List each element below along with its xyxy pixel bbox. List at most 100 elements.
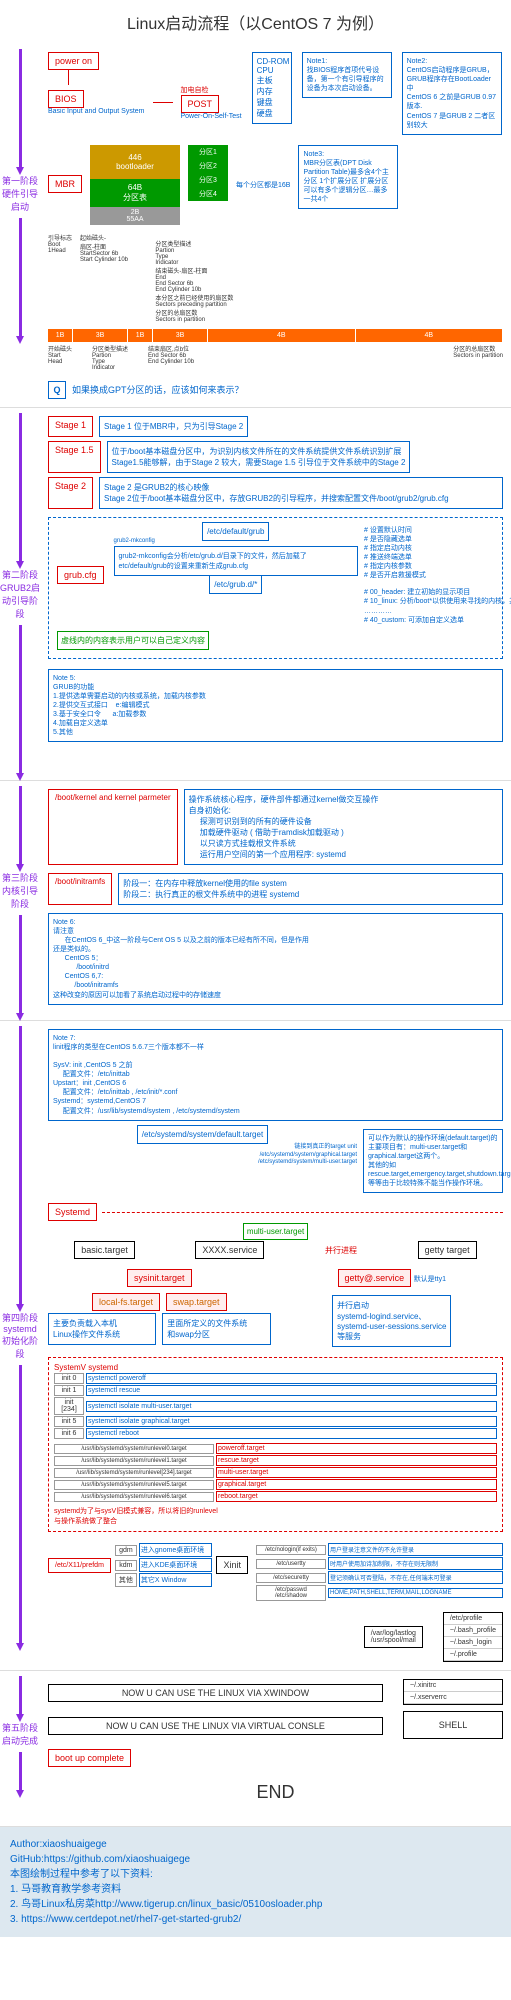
note7: Note 7: linit程序的类型在CentOS 5.6.7三个版本都不一样 … xyxy=(48,1029,503,1121)
grub-cfg: grub.cfg xyxy=(57,566,104,584)
stage1-label: 第一阶段 硬件引导启动 xyxy=(0,174,40,213)
stage-2: 第二阶段 GRUB2启动引导阶段 Stage 1 Stage 1 位于MBR中，… xyxy=(0,408,511,781)
sysv-header: SystemV systemd xyxy=(54,1363,497,1372)
getty-target: getty target xyxy=(418,1241,477,1259)
ref1: 1. 马哥教育教学参考资料 xyxy=(10,1882,501,1897)
svc-row: init 6systemctl reboot xyxy=(54,1428,497,1439)
parallel-services: 并行启动 systemd-logind.service、 systemd-use… xyxy=(332,1295,451,1347)
basic-target: basic.target xyxy=(74,1241,135,1259)
note3: Note3: MBR分区表(DPT Disk Partition Table)最… xyxy=(298,145,398,210)
tbl-h2: 分区类型描述 Partion Type Indicator xyxy=(155,239,215,266)
profile-item: /etc/profile xyxy=(444,1613,502,1625)
xxxx-service: XXXX.service xyxy=(195,1241,264,1259)
swap-target: swap.target xyxy=(166,1293,227,1311)
tbl-h5: 分区的总扇区数 Sectors in partition xyxy=(155,308,225,323)
level-row: /usr/lib/systemd/system/runlevel0.target… xyxy=(54,1443,497,1454)
part4: 分区4 xyxy=(188,187,228,201)
sysinit-target: sysinit.target xyxy=(127,1269,192,1287)
bl3: 分区的总扇区数 Sectors in partition xyxy=(453,344,503,371)
stage-15-txt: 位于/boot基本磁盘分区中，为识别内核文件所在的文件系统提供文件系统识别扩展 … xyxy=(107,441,411,473)
parallel-label: 并行进程 xyxy=(325,1245,357,1256)
stage3-label: 第三阶段 内核引导阶段 xyxy=(0,871,40,910)
tbl-h3: 结束磁头-扇区-柱面 End End Sector 6b End Cylinde… xyxy=(155,266,225,293)
question: 如果换成GPT分区的话，应该如何来表示？ xyxy=(72,383,244,396)
profile-item: ~/.bash_login xyxy=(444,1637,502,1649)
env-row: /etc/passwd /etc/shadowHOME,PATH,SHELL,T… xyxy=(256,1585,503,1601)
getty-service: getty@.service xyxy=(338,1269,412,1287)
swap-txt: 里面所定义的文件系统 和swap分区 xyxy=(162,1313,270,1345)
stage5-label: 第五阶段 启动完成 xyxy=(0,1721,40,1747)
boot-complete: boot up complete xyxy=(48,1749,131,1767)
end: END xyxy=(48,1767,503,1818)
default-note: 可以作为默认的操作环境(default.target)的主要项目有：multi-… xyxy=(363,1129,503,1194)
bl1: 分区类型描述 Partion Type Indicator xyxy=(92,344,128,371)
svc-row: init [234]systemctl isolate multi-user.t… xyxy=(54,1397,497,1415)
footer: Author:xiaoshuaigege GitHub:https://gith… xyxy=(0,1827,511,1937)
localfs-target: local-fs.target xyxy=(92,1293,160,1311)
mbr-446: 446 bootloader xyxy=(90,145,180,179)
dm-row: gdm进入gnome桌面环境 xyxy=(115,1543,213,1557)
rc-item: ~/.xserverrc xyxy=(404,1692,502,1704)
post-sub: Power-On-Self-Test xyxy=(181,113,242,120)
ref3[interactable]: 3. https://www.certdepot.net/rhel7-get-s… xyxy=(10,1912,501,1927)
tbl-h1: 起始磁头- 扇区-柱面 StartSector 6b Start Cylinde… xyxy=(80,233,140,329)
initramfs-txt: 阶段一：在内存中释放kernel使用的file system 阶段二：执行真正的… xyxy=(118,873,503,905)
profile-list: /etc/profile~/.bash_profile~/.bash_login… xyxy=(443,1612,503,1662)
multi-user-target: multi-user.target xyxy=(243,1223,308,1240)
rc-item: ~/.xinitrc xyxy=(404,1680,502,1692)
env-row: /etc/securetty登记须确认可否登陆，不存在,任何端末可登录 xyxy=(256,1571,503,1584)
etc-default-grub: /etc/default/grub xyxy=(202,522,269,541)
msg-console: NOW U CAN USE THE LINUX VIA VIRTUAL CONS… xyxy=(48,1717,383,1735)
note5: Note 5: GRUB的功能 1.提供选单需要启动的内核或系统，加载内核参数 … xyxy=(48,669,503,743)
devices: CD-ROM CPU 主板 内存 键盘 硬盘 xyxy=(252,52,292,124)
github-link[interactable]: GitHub:https://github.com/xiaoshuaigege xyxy=(10,1852,501,1867)
systemd-box: Systemd xyxy=(48,1203,97,1221)
sysv-note: systemd为了与sysV旧模式兼容，所以将旧的runlevel 与操作系统做… xyxy=(54,1506,497,1526)
level-row: /usr/lib/systemd/system/runlevel6.target… xyxy=(54,1491,497,1502)
ref-header: 本图绘制过程中参考了以下资料: xyxy=(10,1867,501,1882)
power-on: power on xyxy=(48,52,99,70)
svc-row: init 0systemctl poweroff xyxy=(54,1373,497,1384)
tbl-h4: 本分区之前已经使用的扇区数 Sectors preceding partitio… xyxy=(155,293,245,308)
bios-sub: Basic Input and Output System xyxy=(48,108,145,115)
profile-item: ~/.bash_profile xyxy=(444,1625,502,1637)
kernel-txt: 操作系统核心程序，硬件部件都通过kernel做交互操作 自身初始化: 探测可识别… xyxy=(184,789,503,865)
etc-grubd: /etc/grub.d/* xyxy=(209,575,262,594)
level-row: /usr/lib/systemd/system/runlevel5.target… xyxy=(54,1479,497,1490)
stage-5: 第五阶段 启动完成 NOW U CAN USE THE LINUX VIA XW… xyxy=(0,1671,511,1827)
note1: Note1: 找BIOS程序首项代号设备，第一个有引导程序的设备为本次启动设备。 xyxy=(302,52,392,98)
part3: 分区3 xyxy=(188,173,228,187)
logs: /var/log/lastlog /usr/spool/mail xyxy=(364,1626,423,1648)
shell: SHELL xyxy=(403,1711,503,1739)
xinit: Xinit xyxy=(216,1556,248,1574)
profile-item: ~/.profile xyxy=(444,1649,502,1661)
author: Author:xiaoshuaigege xyxy=(10,1837,501,1852)
level-row: /usr/lib/systemd/system/runlevel1.target… xyxy=(54,1455,497,1466)
dm-row: kdm进入KDE桌面环境 xyxy=(115,1558,213,1572)
env-row: /etc/nologin(if exits)用户登录注意文件的不允许登录 xyxy=(256,1543,503,1556)
dm-row: 其他其它X Window xyxy=(115,1573,213,1587)
svc-row: init 1systemctl rescue xyxy=(54,1385,497,1396)
bl2: 结束扇区,点b位 End Sector 6b End Cylinder 10b xyxy=(148,344,194,371)
stage-4: 第四阶段 systemd初始化阶段 Note 7: linit程序的类型在Cen… xyxy=(0,1021,511,1671)
getty-note: 默认是tty1 xyxy=(414,1276,446,1283)
stage-2-box: Stage 2 xyxy=(48,477,93,509)
svc-row: init 5systemctl isolate graphical.target xyxy=(54,1416,497,1427)
default-target: /etc/systemd/system/default.target xyxy=(137,1125,268,1144)
stage-1-box: Stage 1 xyxy=(48,416,93,437)
localfs-txt: 主要负责载入本机 Linux操作文件系统 xyxy=(48,1313,156,1345)
level-row: /usr/lib/systemd/system/runlevel[234].ta… xyxy=(54,1467,497,1478)
default-links: /etc/systemd/system/graphical.target /et… xyxy=(48,1152,357,1168)
stage-15-box: Stage 1.5 xyxy=(48,441,101,473)
page-title: Linux启动流程（以CentOS 7 为例） xyxy=(0,0,511,44)
bl0: 开始磁头 Start Head xyxy=(48,344,72,371)
tbl-h0: 引导标志 Boot 1Head xyxy=(48,233,78,329)
stage-2-txt: Stage 2 是GRUB2的核心映像 Stage 2位于/boot基本磁盘分区… xyxy=(99,477,503,509)
stage-1-txt: Stage 1 位于MBR中，只为引导Stage 2 xyxy=(99,416,248,437)
post: POST xyxy=(181,95,220,113)
stage-3: 第三阶段 内核引导阶段 /boot/kernel and kernel parm… xyxy=(0,781,511,1021)
ref2[interactable]: 2. 鸟哥Linux私房菜http://www.tigerup.cn/linux… xyxy=(10,1897,501,1912)
post-top: 加电自检 xyxy=(181,85,242,95)
question-icon: Q xyxy=(48,381,66,399)
env-row: /etc/usertty时用户使用加诗加制限，不存在则无限制 xyxy=(256,1557,503,1570)
